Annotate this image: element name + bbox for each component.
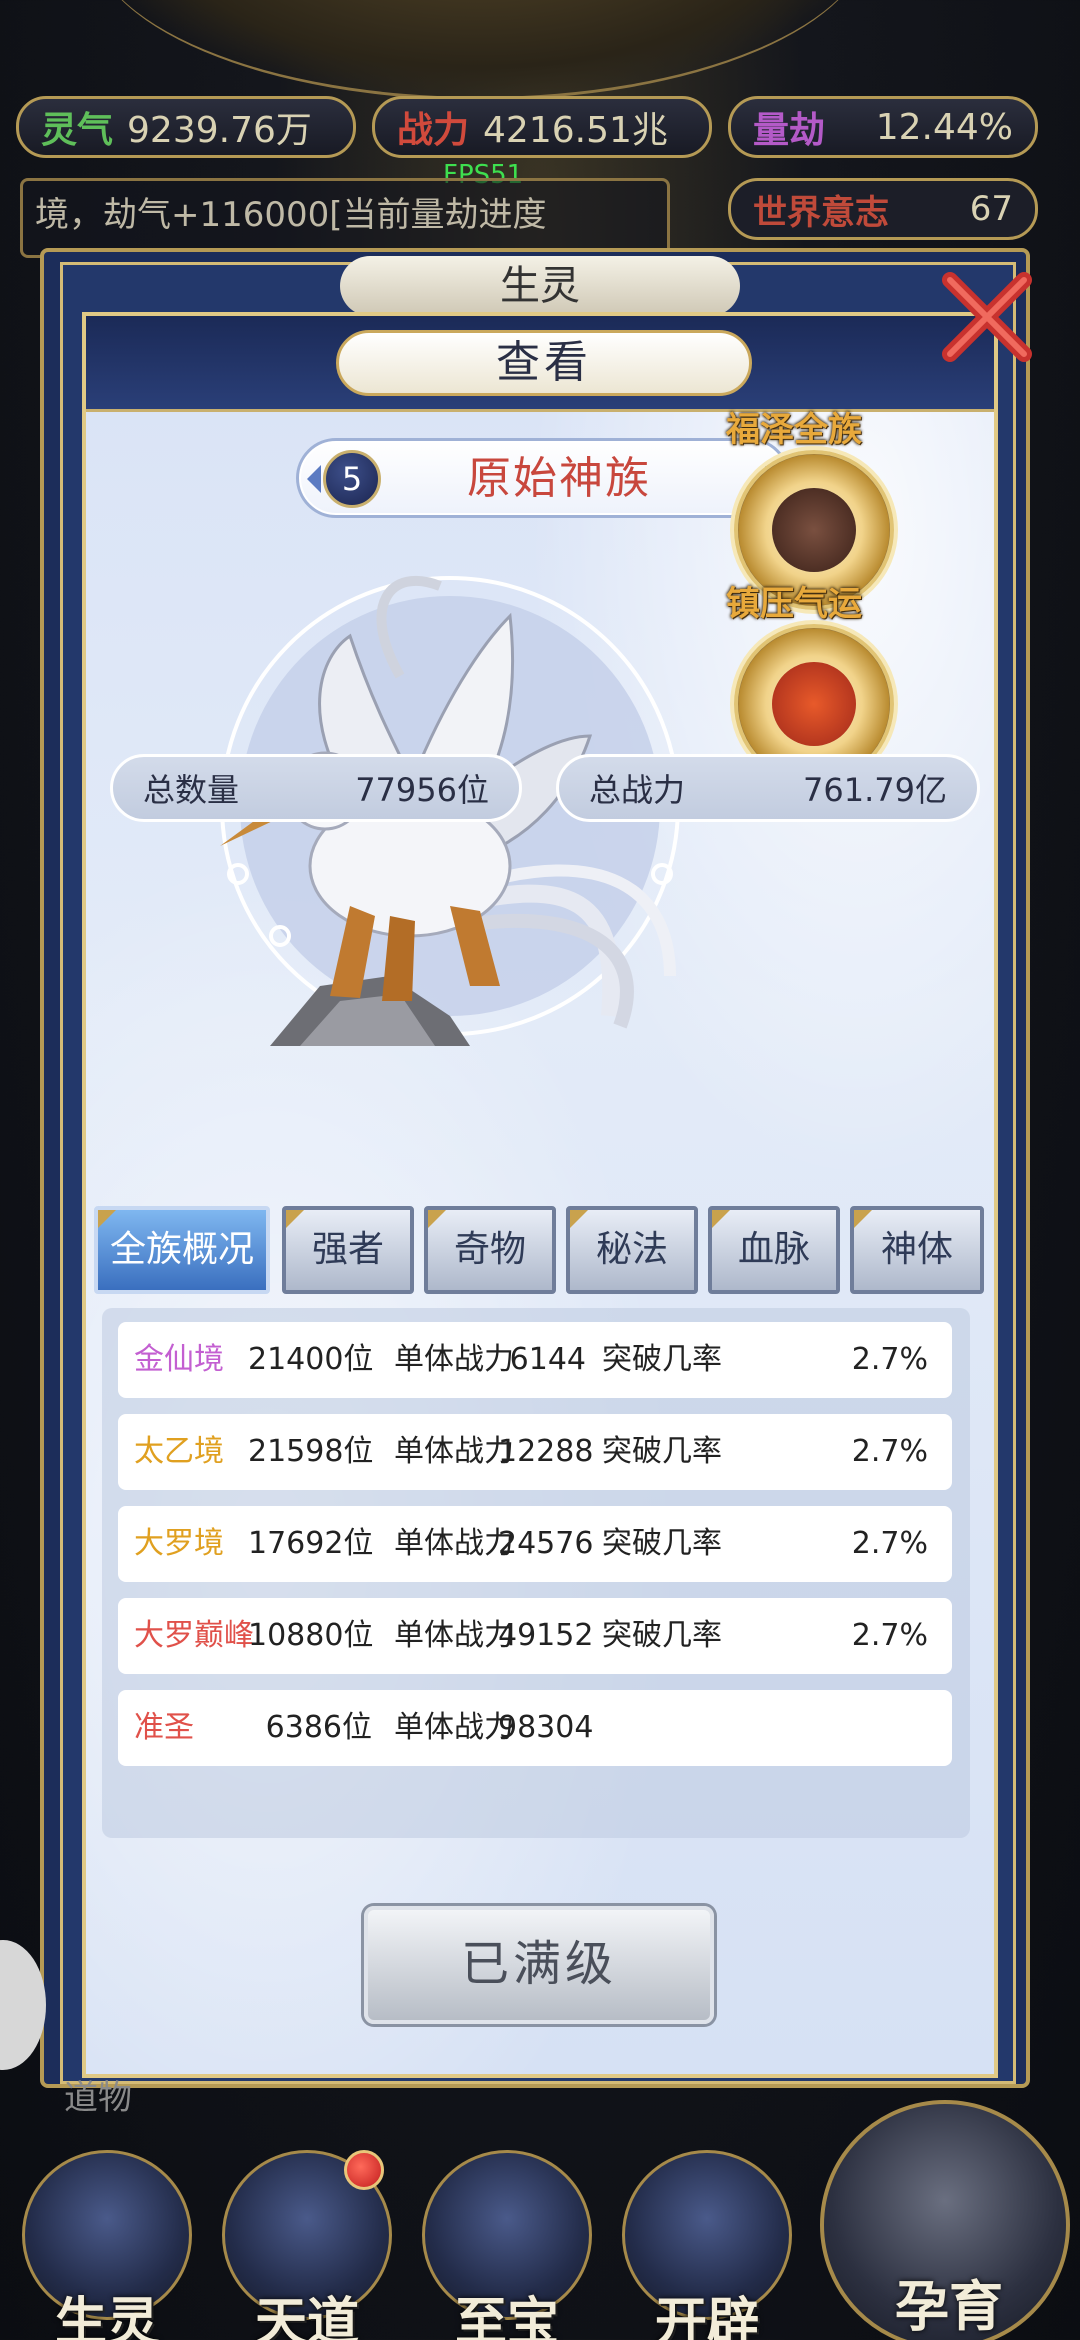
race-selector[interactable]: 5 原始神族 xyxy=(296,438,790,518)
realm-power-label: 单体战力 xyxy=(394,1526,514,1561)
total-power-label: 总战力 xyxy=(589,771,686,809)
tab-corner-icon xyxy=(570,1210,588,1228)
tab-corner-icon xyxy=(286,1210,304,1228)
event-log-text: 境，劫气+116000[当前量劫进度 xyxy=(35,195,547,235)
realm-row: 大罗境 17692位 单体战力 24576 突破几率 2.7% xyxy=(118,1506,952,1582)
nav-label-genesis: 开辟 xyxy=(654,2293,759,2340)
nav-treasure[interactable]: 至宝 xyxy=(412,2140,602,2340)
realm-break-rate: 2.7% xyxy=(851,1434,928,1469)
behind-tab-title: 生灵 xyxy=(340,256,740,316)
badge-label-fortune: 镇压气运 xyxy=(726,584,862,624)
power-value: 4216.51兆 xyxy=(483,110,668,151)
hatch-button[interactable]: 孕育 xyxy=(820,2100,1070,2340)
total-count-pill: 总数量 77956位 xyxy=(110,754,522,822)
badge-label-blessing: 福泽全族 xyxy=(726,410,862,450)
realm-row: 太乙境 21598位 单体战力 12288 突破几率 2.7% xyxy=(118,1414,952,1490)
tab-corner-icon xyxy=(712,1210,730,1228)
nav-label-treasure: 至宝 xyxy=(454,2293,559,2340)
realm-power-label: 单体战力 xyxy=(394,1710,514,1745)
lingqi-label: 灵气 xyxy=(41,110,114,151)
realm-break-rate: 2.7% xyxy=(851,1618,928,1653)
total-count-label: 总数量 xyxy=(143,771,240,809)
total-count-value: 77956位 xyxy=(355,771,489,809)
tab-label: 强者 xyxy=(311,1229,384,1270)
total-power-value: 761.79亿 xyxy=(803,771,947,809)
realm-name: 大罗巅峰 xyxy=(134,1618,254,1653)
world-will-value: 67 xyxy=(969,189,1013,229)
power-resource: 战力 4216.51兆 xyxy=(372,96,712,158)
realm-power: 12288 xyxy=(498,1434,594,1469)
lingqi-resource: 灵气 9239.76万 xyxy=(16,96,356,158)
world-orb xyxy=(90,0,870,100)
max-level-button[interactable]: 已满级 xyxy=(364,1906,714,2024)
realm-count: 10880位 xyxy=(248,1618,374,1653)
realm-break-label: 突破几率 xyxy=(602,1342,722,1377)
world-will-label: 世界意志 xyxy=(753,192,889,233)
realm-count: 21400位 xyxy=(248,1342,374,1377)
realm-row: 准圣 6386位 单体战力 98304 xyxy=(118,1690,952,1766)
nav-label-heaven-dao: 天道 xyxy=(254,2293,359,2340)
realm-count: 6386位 xyxy=(265,1710,372,1745)
close-icon[interactable] xyxy=(932,262,1042,372)
tab-5[interactable]: 神体 xyxy=(850,1206,984,1294)
tab-0[interactable]: 全族概况 xyxy=(94,1206,270,1294)
total-power-pill: 总战力 761.79亿 xyxy=(556,754,980,822)
realm-power-label: 单体战力 xyxy=(394,1618,514,1653)
realm-power: 49152 xyxy=(498,1618,594,1653)
race-level-badge: 5 xyxy=(323,450,381,508)
tab-3[interactable]: 秘法 xyxy=(566,1206,698,1294)
realm-name: 大罗境 xyxy=(134,1526,224,1561)
event-log: 境，劫气+116000[当前量劫进度 xyxy=(20,178,670,258)
tab-corner-icon xyxy=(428,1210,446,1228)
hatch-label: 孕育 xyxy=(895,2275,1003,2338)
realm-break-label: 突破几率 xyxy=(602,1434,722,1469)
realm-row: 大罗巅峰 10880位 单体战力 49152 突破几率 2.7% xyxy=(118,1598,952,1674)
prev-arrow-icon[interactable] xyxy=(307,465,321,493)
realm-power-label: 单体战力 xyxy=(394,1434,514,1469)
tab-corner-icon xyxy=(98,1210,116,1228)
realm-count: 21598位 xyxy=(248,1434,374,1469)
nav-genesis[interactable]: 开辟 xyxy=(612,2140,802,2340)
calamity-resource: 量劫 12.44% xyxy=(728,96,1038,158)
calamity-label: 量劫 xyxy=(753,110,826,151)
realm-name: 准圣 xyxy=(134,1710,194,1745)
calamity-value: 12.44% xyxy=(875,106,1013,148)
beast-emblem-icon xyxy=(772,488,856,572)
realm-list: 金仙境 21400位 单体战力 6144 突破几率 2.7% 太乙境 21598位 单体战力 12… xyxy=(102,1308,970,1838)
world-will-resource: 世界意志 67 xyxy=(728,178,1038,240)
realm-name: 金仙境 xyxy=(134,1342,224,1377)
realm-power-label: 单体战力 xyxy=(394,1342,514,1377)
realm-power: 6144 xyxy=(509,1342,586,1377)
race-name: 原始神族 xyxy=(467,453,651,504)
realm-row: 金仙境 21400位 单体战力 6144 突破几率 2.7% xyxy=(118,1322,952,1398)
dialog-title: 查看 xyxy=(336,330,752,396)
tab-corner-icon xyxy=(854,1210,872,1228)
power-label: 战力 xyxy=(397,110,470,151)
realm-break-rate: 2.7% xyxy=(851,1342,928,1377)
realm-break-label: 突破几率 xyxy=(602,1526,722,1561)
realm-count: 17692位 xyxy=(248,1526,374,1561)
lingqi-value: 9239.76万 xyxy=(127,110,312,151)
realm-name: 太乙境 xyxy=(134,1434,224,1469)
nav-label-creatures: 生灵 xyxy=(54,2293,159,2340)
tab-2[interactable]: 奇物 xyxy=(424,1206,556,1294)
tab-4[interactable]: 血脉 xyxy=(708,1206,840,1294)
tab-1[interactable]: 强者 xyxy=(282,1206,414,1294)
realm-break-rate: 2.7% xyxy=(851,1526,928,1561)
behind-item-label: 道物 xyxy=(64,2078,132,2118)
realm-power: 24576 xyxy=(498,1526,594,1561)
dragon-emblem-icon xyxy=(772,662,856,746)
dialog-header: 查看 xyxy=(86,316,994,412)
tab-label: 奇物 xyxy=(453,1229,526,1270)
realm-power: 98304 xyxy=(498,1710,594,1745)
tab-label: 血脉 xyxy=(737,1229,810,1270)
tab-label: 秘法 xyxy=(595,1229,668,1270)
realm-break-label: 突破几率 xyxy=(602,1618,722,1653)
tab-label: 神体 xyxy=(880,1229,953,1270)
tab-label: 全族概况 xyxy=(109,1229,254,1270)
nav-creatures[interactable]: 生灵 xyxy=(12,2140,202,2340)
notification-dot xyxy=(344,2150,384,2190)
